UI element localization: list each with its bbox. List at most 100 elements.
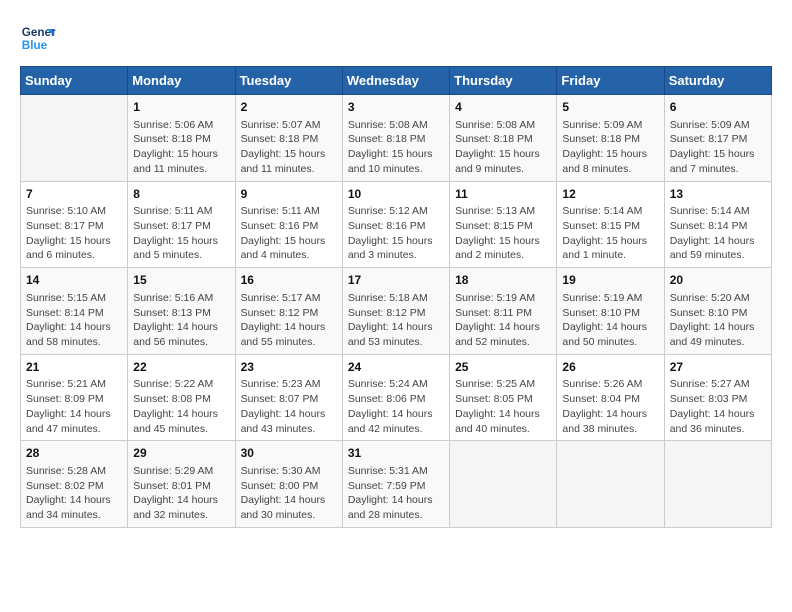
calendar-cell: 13Sunrise: 5:14 AMSunset: 8:14 PMDayligh… [664,181,771,268]
calendar-cell: 21Sunrise: 5:21 AMSunset: 8:09 PMDayligh… [21,354,128,441]
day-info: Sunrise: 5:11 AMSunset: 8:17 PMDaylight:… [133,204,229,263]
calendar-cell: 17 Sunrise: 5:18 AMSunset: 8:12 PMDayligh… [342,268,449,355]
day-info: Sunrise: 5:28 AMSunset: 8:02 PMDaylight:… [26,464,122,523]
day-number: 1 [133,99,229,116]
day-number: 28 [26,445,122,462]
calendar-cell: 18Sunrise: 5:19 AMSunset: 8:11 PMDayligh… [450,268,557,355]
day-number: 29 [133,445,229,462]
calendar-cell: 23Sunrise: 5:23 AMSunset: 8:07 PMDayligh… [235,354,342,441]
calendar-cell: 14 Sunrise: 5:15 AMSunset: 8:14 PMDayligh… [21,268,128,355]
calendar-cell [21,95,128,182]
day-info: Sunrise: 5:20 AMSunset: 8:10 PMDaylight:… [670,291,766,350]
day-info: Sunrise: 5:27 AMSunset: 8:03 PMDaylight:… [670,377,766,436]
weekday-sunday: Sunday [21,67,128,95]
day-info: Sunrise: 5:13 AMSunset: 8:15 PMDaylight:… [455,204,551,263]
logo: General Blue [20,20,56,56]
calendar-cell: 30 Sunrise: 5:30 AMSunset: 8:00 PMDayligh… [235,441,342,528]
day-info: Sunrise: 5:22 AMSunset: 8:08 PMDaylight:… [133,377,229,436]
day-info: Sunrise: 5:18 AMSunset: 8:12 PMDaylight:… [348,291,444,350]
day-number: 12 [562,186,658,203]
calendar-cell: 20 Sunrise: 5:20 AMSunset: 8:10 PMDayligh… [664,268,771,355]
day-info: Sunrise: 5:31 AMSunset: 7:59 PMDaylight:… [348,464,444,523]
calendar-cell: 3 Sunrise: 5:08 AMSunset: 8:18 PMDaylight… [342,95,449,182]
day-number: 30 [241,445,337,462]
day-number: 25 [455,359,551,376]
day-info: Sunrise: 5:14 AMSunset: 8:15 PMDaylight:… [562,204,658,263]
day-number: 3 [348,99,444,116]
day-info: Sunrise: 5:08 AMSunset: 8:18 PMDaylight:… [348,118,444,177]
calendar-cell: 28 Sunrise: 5:28 AMSunset: 8:02 PMDayligh… [21,441,128,528]
calendar-cell: 19 Sunrise: 5:19 AMSunset: 8:10 PMDayligh… [557,268,664,355]
day-number: 15 [133,272,229,289]
svg-text:Blue: Blue [22,39,48,52]
weekday-tuesday: Tuesday [235,67,342,95]
day-number: 13 [670,186,766,203]
weekday-monday: Monday [128,67,235,95]
day-number: 8 [133,186,229,203]
day-number: 31 [348,445,444,462]
calendar-cell: 7Sunrise: 5:10 AMSunset: 8:17 PMDaylight… [21,181,128,268]
day-number: 6 [670,99,766,116]
calendar-cell: 27Sunrise: 5:27 AMSunset: 8:03 PMDayligh… [664,354,771,441]
calendar-cell: 29 Sunrise: 5:29 AMSunset: 8:01 PMDayligh… [128,441,235,528]
week-row-1: 1 Sunrise: 5:06 AMSunset: 8:18 PMDaylight… [21,95,772,182]
day-number: 18 [455,272,551,289]
day-number: 19 [562,272,658,289]
calendar-cell: 10Sunrise: 5:12 AMSunset: 8:16 PMDayligh… [342,181,449,268]
day-info: Sunrise: 5:10 AMSunset: 8:17 PMDaylight:… [26,204,122,263]
calendar-cell: 1 Sunrise: 5:06 AMSunset: 8:18 PMDaylight… [128,95,235,182]
day-info: Sunrise: 5:19 AMSunset: 8:10 PMDaylight:… [562,291,658,350]
day-number: 16 [241,272,337,289]
calendar-cell: 26Sunrise: 5:26 AMSunset: 8:04 PMDayligh… [557,354,664,441]
calendar-cell [664,441,771,528]
day-info: Sunrise: 5:25 AMSunset: 8:05 PMDaylight:… [455,377,551,436]
day-info: Sunrise: 5:23 AMSunset: 8:07 PMDaylight:… [241,377,337,436]
calendar-cell: 6Sunrise: 5:09 AMSunset: 8:17 PMDaylight… [664,95,771,182]
day-number: 23 [241,359,337,376]
week-row-3: 14 Sunrise: 5:15 AMSunset: 8:14 PMDayligh… [21,268,772,355]
day-number: 9 [241,186,337,203]
week-row-5: 28 Sunrise: 5:28 AMSunset: 8:02 PMDayligh… [21,441,772,528]
day-info: Sunrise: 5:09 AMSunset: 8:18 PMDaylight:… [562,118,658,177]
calendar-cell: 25Sunrise: 5:25 AMSunset: 8:05 PMDayligh… [450,354,557,441]
calendar-cell: 16Sunrise: 5:17 AMSunset: 8:12 PMDayligh… [235,268,342,355]
day-number: 20 [670,272,766,289]
calendar-cell: 22Sunrise: 5:22 AMSunset: 8:08 PMDayligh… [128,354,235,441]
day-info: Sunrise: 5:08 AMSunset: 8:18 PMDaylight:… [455,118,551,177]
day-info: Sunrise: 5:12 AMSunset: 8:16 PMDaylight:… [348,204,444,263]
logo-icon: General Blue [20,20,56,56]
calendar-cell [557,441,664,528]
weekday-friday: Friday [557,67,664,95]
calendar-cell: 8Sunrise: 5:11 AMSunset: 8:17 PMDaylight… [128,181,235,268]
day-info: Sunrise: 5:16 AMSunset: 8:13 PMDaylight:… [133,291,229,350]
calendar-table: SundayMondayTuesdayWednesdayThursdayFrid… [20,66,772,528]
calendar-cell: 15 Sunrise: 5:16 AMSunset: 8:13 PMDayligh… [128,268,235,355]
day-number: 26 [562,359,658,376]
day-info: Sunrise: 5:07 AMSunset: 8:18 PMDaylight:… [241,118,337,177]
day-number: 4 [455,99,551,116]
calendar-cell: 12Sunrise: 5:14 AMSunset: 8:15 PMDayligh… [557,181,664,268]
day-info: Sunrise: 5:15 AMSunset: 8:14 PMDaylight:… [26,291,122,350]
day-number: 17 [348,272,444,289]
weekday-thursday: Thursday [450,67,557,95]
calendar-cell: 31 Sunrise: 5:31 AMSunset: 7:59 PMDayligh… [342,441,449,528]
day-number: 14 [26,272,122,289]
day-number: 22 [133,359,229,376]
day-number: 24 [348,359,444,376]
day-info: Sunrise: 5:06 AMSunset: 8:18 PMDaylight:… [133,118,229,177]
weekday-header-row: SundayMondayTuesdayWednesdayThursdayFrid… [21,67,772,95]
calendar-body: 1 Sunrise: 5:06 AMSunset: 8:18 PMDaylight… [21,95,772,528]
week-row-4: 21Sunrise: 5:21 AMSunset: 8:09 PMDayligh… [21,354,772,441]
day-info: Sunrise: 5:30 AMSunset: 8:00 PMDaylight:… [241,464,337,523]
calendar-cell: 24Sunrise: 5:24 AMSunset: 8:06 PMDayligh… [342,354,449,441]
calendar-cell: 4 Sunrise: 5:08 AMSunset: 8:18 PMDaylight… [450,95,557,182]
day-info: Sunrise: 5:21 AMSunset: 8:09 PMDaylight:… [26,377,122,436]
day-info: Sunrise: 5:29 AMSunset: 8:01 PMDaylight:… [133,464,229,523]
weekday-saturday: Saturday [664,67,771,95]
calendar-cell: 11Sunrise: 5:13 AMSunset: 8:15 PMDayligh… [450,181,557,268]
day-info: Sunrise: 5:14 AMSunset: 8:14 PMDaylight:… [670,204,766,263]
calendar-cell [450,441,557,528]
day-number: 27 [670,359,766,376]
day-info: Sunrise: 5:11 AMSunset: 8:16 PMDaylight:… [241,204,337,263]
day-info: Sunrise: 5:26 AMSunset: 8:04 PMDaylight:… [562,377,658,436]
